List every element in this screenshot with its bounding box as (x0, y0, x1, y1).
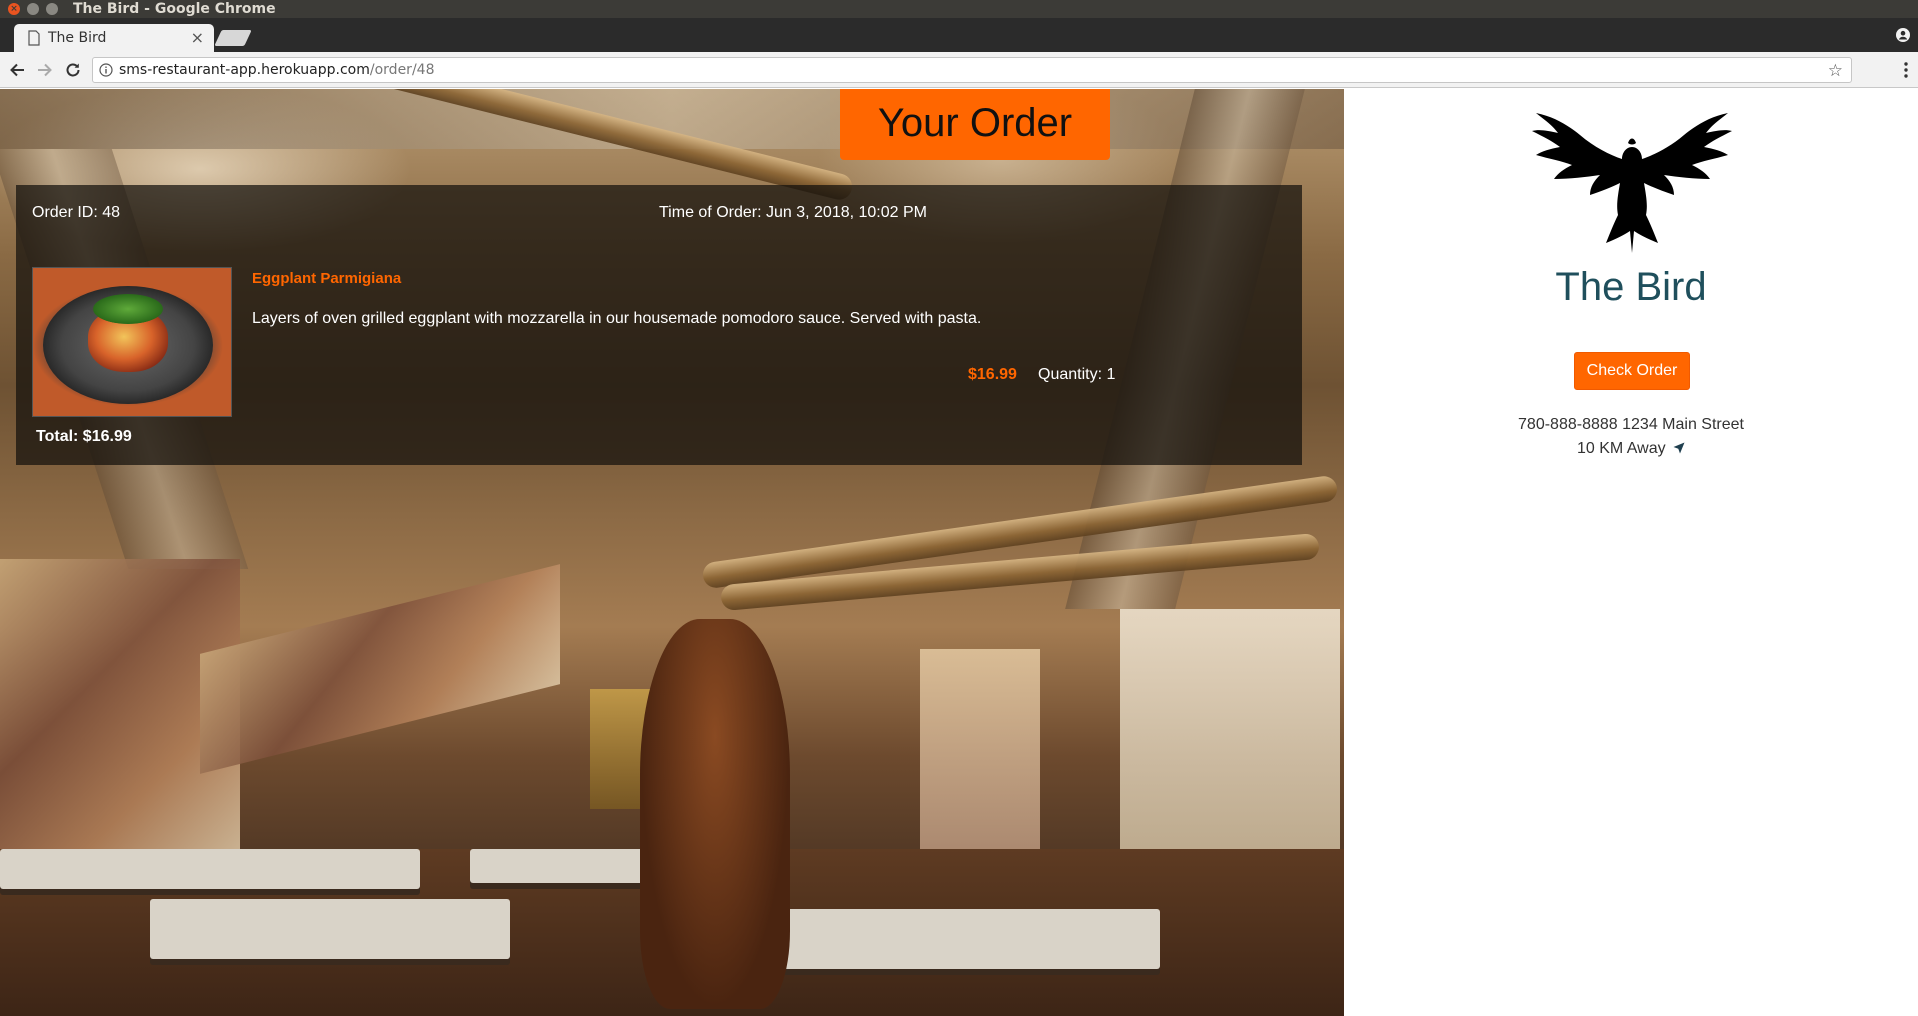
restaurant-name: The Bird (1555, 265, 1707, 309)
garnish (93, 294, 163, 324)
order-id: Order ID: 48 (32, 204, 121, 221)
url-text: sms-restaurant-app.herokuapp.com/order/4… (119, 62, 434, 78)
address-bar[interactable]: sms-restaurant-app.herokuapp.com/order/4… (92, 57, 1852, 83)
bird-logo-icon (1532, 113, 1732, 253)
url-path: /order/48 (369, 62, 435, 78)
window-maximize-button[interactable] (46, 3, 58, 15)
restaurant-distance: 10 KM Away (1576, 440, 1666, 457)
restaurant-background-image: Your Order Order ID: 48 Time of Order: J… (0, 89, 1344, 1016)
menu-item-quantity: Quantity: 1 (1038, 366, 1116, 383)
forward-arrow-icon[interactable] (36, 61, 54, 79)
order-total: Total: $16.99 (36, 428, 132, 445)
dining-table (0, 849, 420, 889)
window-close-button[interactable]: × (8, 3, 20, 15)
restaurant-distance-row: 10 KM Away (1344, 440, 1918, 458)
profile-icon[interactable] (1896, 28, 1910, 42)
url-host: sms-restaurant-app.herokuapp.com (119, 62, 370, 78)
browser-menu-icon[interactable] (1904, 61, 1908, 79)
reload-icon[interactable] (64, 61, 82, 79)
menu-item-price: $16.99 (968, 366, 1017, 383)
back-wall (920, 649, 1040, 869)
restaurant-contact: 780-888-8888 1234 Main Street (1518, 416, 1744, 433)
check-order-button[interactable]: Check Order (1574, 352, 1690, 390)
menu-item-description: Layers of oven grilled eggplant with moz… (252, 310, 982, 327)
menu-item-photo (32, 267, 232, 417)
restaurant-sidebar: The Bird Check Order 780-888-8888 1234 M… (1344, 89, 1918, 1016)
menu-item-name: Eggplant Parmigiana (252, 270, 402, 287)
browser-tab[interactable]: The Bird × (14, 24, 214, 52)
browser-toolbar: sms-restaurant-app.herokuapp.com/order/4… (0, 52, 1918, 88)
bookmark-star-icon[interactable]: ☆ (1828, 61, 1843, 81)
dining-table (150, 899, 510, 959)
new-tab-button[interactable] (214, 30, 252, 46)
wooden-statue (640, 619, 790, 1009)
page-icon (28, 30, 40, 46)
ceiling-mural (200, 564, 560, 774)
order-details-panel: Order ID: 48 Time of Order: Jun 3, 2018,… (16, 185, 1302, 465)
tab-close-icon[interactable]: × (191, 28, 204, 47)
location-arrow-icon (1673, 442, 1685, 454)
window-titlebar: × The Bird - Google Chrome (0, 0, 1918, 18)
tab-title: The Bird (48, 30, 107, 46)
your-order-button[interactable]: Your Order (840, 89, 1110, 160)
tab-strip: The Bird × (0, 18, 1918, 52)
shelving-wall (1120, 609, 1340, 889)
order-time: Time of Order: Jun 3, 2018, 10:02 PM (659, 204, 927, 221)
page-viewport: Your Order Order ID: 48 Time of Order: J… (0, 89, 1918, 1016)
site-info-icon[interactable] (99, 63, 113, 77)
dining-table (770, 909, 1160, 969)
back-arrow-icon[interactable] (8, 61, 26, 79)
window-title: The Bird - Google Chrome (73, 1, 276, 17)
window-minimize-button[interactable] (27, 3, 39, 15)
